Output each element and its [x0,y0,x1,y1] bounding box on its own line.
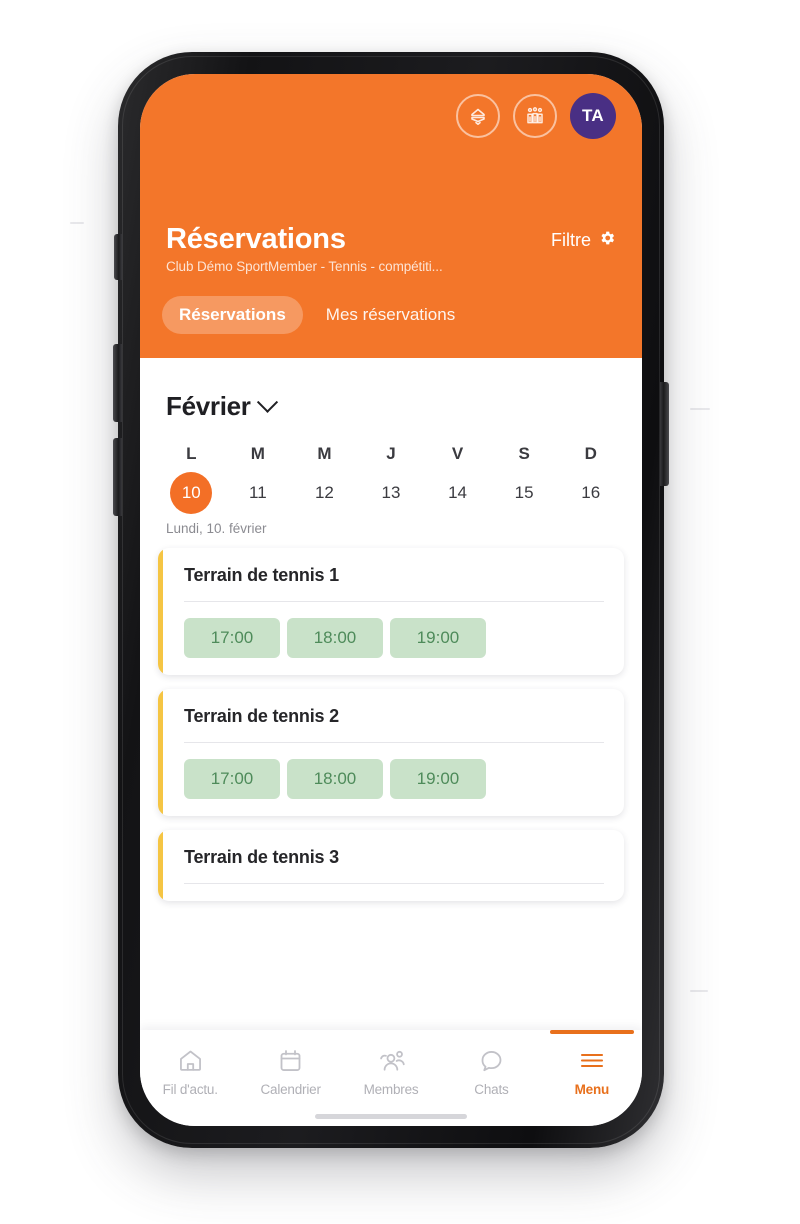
volume-up-button[interactable] [113,344,122,422]
power-button[interactable] [660,382,669,486]
avatar-initials: TA [582,106,604,125]
time-slot[interactable]: 19:00 [390,618,486,659]
weekday-label: V [451,444,464,464]
calendar-icon [277,1046,304,1074]
gear-icon [598,229,616,252]
header-title-row: Réservations Club Démo SportMember - Ten… [140,132,642,274]
nav-label: Menu [574,1082,610,1097]
nav-item-chats[interactable]: Chats [441,1030,541,1097]
members-icon [377,1046,406,1074]
filter-button[interactable]: Filtre [551,224,616,252]
court-card[interactable]: Terrain de tennis 1 17:00 18:00 19:00 [158,548,624,676]
date-pill: 12 [314,483,334,503]
date-pill: 15 [514,483,534,503]
time-slot-row: 17:00 18:00 19:00 [184,759,604,800]
volume-down-button[interactable] [113,438,122,516]
chat-bubble-icon [478,1046,505,1074]
weekday-label: J [386,444,396,464]
court-list: Terrain de tennis 1 17:00 18:00 19:00 Te… [140,536,642,902]
time-slot-row: 17:00 18:00 19:00 [184,618,604,659]
date-cell[interactable]: 16 [557,472,624,514]
date-pill: 16 [581,483,601,503]
court-card-body: Terrain de tennis 1 17:00 18:00 19:00 [163,548,624,675]
weekday-label: D [584,444,597,464]
user-avatar[interactable]: TA [570,93,616,139]
date-pill: 13 [381,483,401,503]
nav-item-feed[interactable]: Fil d'actu. [140,1030,240,1097]
mute-switch-button[interactable] [114,234,122,280]
bottom-navigation-bar: Fil d'actu. Calendrier Membres Chats Men… [140,1030,642,1126]
nav-item-calendar[interactable]: Calendrier [240,1030,340,1097]
date-cell[interactable]: 15 [491,472,558,514]
date-pill-selected: 10 [170,472,213,515]
content-area: Février L M M J V S D 10 11 12 13 14 15 … [140,358,642,1030]
date-strip: 10 11 12 13 14 15 16 [140,464,642,515]
date-cell[interactable]: 14 [424,472,491,514]
time-slot[interactable]: 18:00 [287,759,383,800]
filter-label: Filtre [551,230,591,250]
date-cell[interactable]: 13 [358,472,425,514]
selected-day-label: Lundi, 10. février [166,521,267,537]
header-tabs: Réservations Mes réservations [140,274,642,358]
court-name: Terrain de tennis 1 [184,565,339,586]
nav-item-menu[interactable]: Menu [542,1030,642,1097]
date-cell[interactable]: 12 [291,472,358,514]
tab-my-reservations[interactable]: Mes réservations [309,296,472,334]
weekday-label: M [250,444,265,464]
date-cell[interactable]: 10 [158,472,225,515]
team-group-icon[interactable] [513,94,557,138]
active-tab-indicator [549,1030,635,1034]
date-pill: 11 [249,483,267,503]
nav-label: Fil d'actu. [162,1082,218,1097]
weekday-label: L [186,444,197,464]
background-mark [690,990,708,992]
divider [184,742,604,744]
weekday-header-row: L M M J V S D [140,422,642,464]
weekday-label: S [518,444,530,464]
time-slot[interactable]: 17:00 [184,618,280,659]
time-slot[interactable]: 17:00 [184,759,280,800]
court-name: Terrain de tennis 3 [184,847,339,868]
time-slot[interactable]: 18:00 [287,618,383,659]
background-mark [70,222,84,224]
court-card[interactable]: Terrain de tennis 2 17:00 18:00 19:00 [158,689,624,817]
phone-device-frame: TA Réservations Club Démo SportMember - … [113,52,669,1148]
page-subtitle: Club Démo SportMember - Tennis - compéti… [166,259,443,275]
court-name: Terrain de tennis 2 [184,706,339,727]
court-card[interactable]: Terrain de tennis 3 [158,830,624,902]
month-label: Février [166,391,251,422]
month-selector[interactable]: Février [140,358,642,422]
nav-item-members[interactable]: Membres [341,1030,441,1097]
phone-screen: TA Réservations Club Démo SportMember - … [140,74,642,1126]
page-title: Réservations [166,223,346,255]
date-pill: 14 [448,483,468,503]
court-card-body: Terrain de tennis 3 [163,830,624,901]
court-card-body: Terrain de tennis 2 17:00 18:00 19:00 [163,689,624,816]
weekday-label: M [317,444,332,464]
app-header: TA Réservations Club Démo SportMember - … [140,74,642,359]
tab-reservations[interactable]: Réservations [162,296,303,335]
background-mark [690,408,710,410]
home-icon [177,1046,204,1074]
header-icon-row: TA [140,74,642,139]
hamburger-icon [578,1046,606,1074]
chevron-down-icon [256,392,278,414]
date-cell[interactable]: 11 [225,472,292,514]
time-slot[interactable]: 19:00 [390,759,486,800]
divider [184,601,604,603]
nav-label: Membres [363,1082,419,1097]
club-badge-icon[interactable] [456,94,500,138]
home-indicator [315,1114,467,1119]
nav-label: Calendrier [260,1082,321,1097]
nav-label: Chats [474,1082,509,1097]
header-title-block: Réservations Club Démo SportMember - Ten… [166,223,443,275]
divider [184,883,604,885]
